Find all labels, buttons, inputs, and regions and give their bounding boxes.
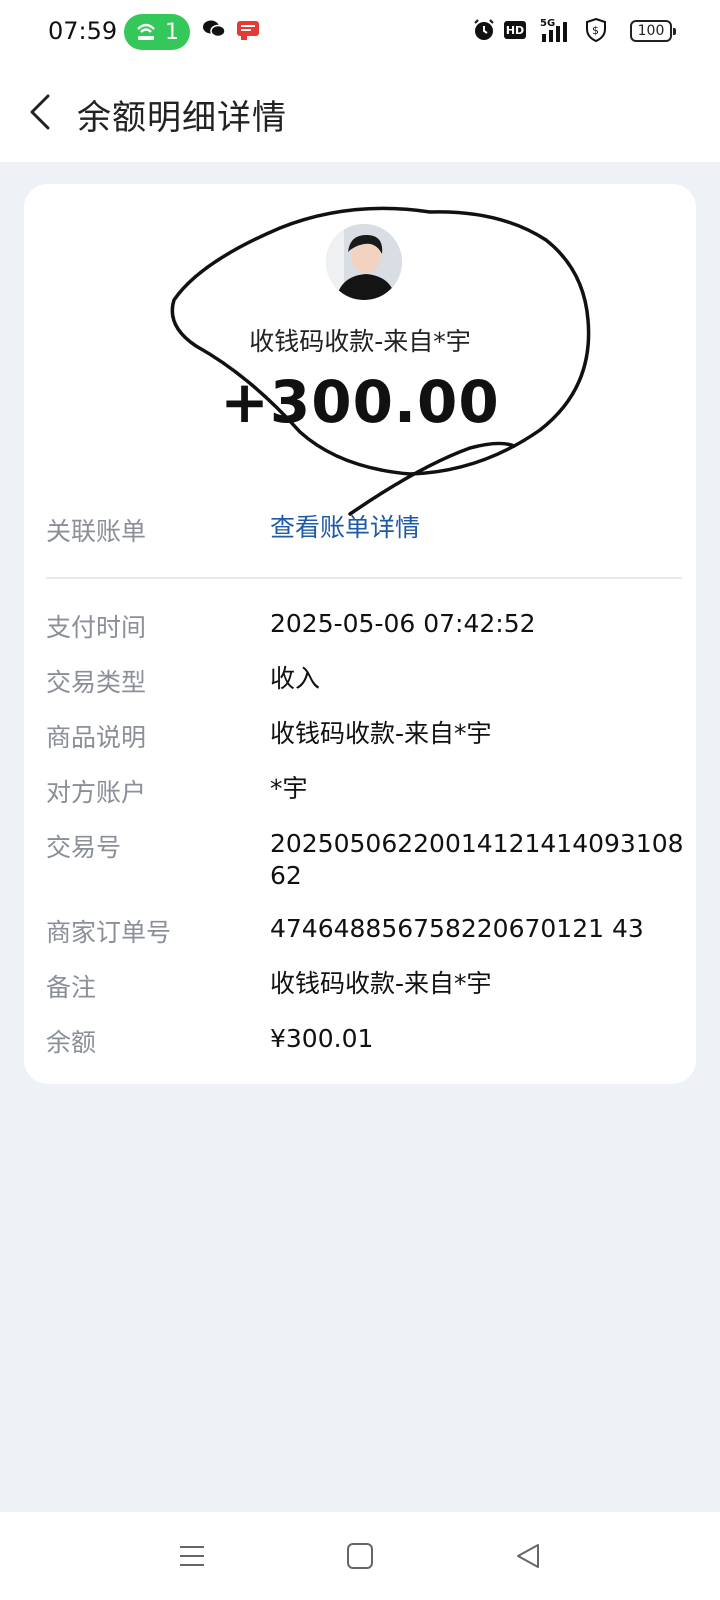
status-time: 07:59 [48, 17, 118, 45]
status-bar: 07:59 1 HD 5G $ 100 [0, 0, 720, 64]
app-bar: 余额明细详情 [0, 64, 720, 162]
avatar [326, 224, 402, 300]
hotspot-icon [137, 23, 155, 40]
svg-text:$: $ [592, 24, 599, 37]
home-square-icon [347, 1543, 373, 1569]
detail-label: 商家订单号 [46, 918, 172, 947]
app-notification-icon [237, 21, 259, 40]
wechat-icon [203, 20, 226, 38]
menu-icon [180, 1546, 204, 1566]
detail-label: 支付时间 [46, 613, 147, 642]
alarm-icon [474, 19, 494, 40]
hotspot-pill[interactable]: 1 [124, 14, 190, 50]
detail-value: 收入 [270, 664, 321, 693]
detail-value: 2025-05-06 07:42:52 [270, 609, 536, 638]
detail-label: 备注 [46, 973, 97, 1002]
detail-value: 20250506220014121414093108 62 [270, 829, 684, 890]
transaction-title: 收钱码收款-来自*宇 [249, 327, 471, 356]
chevron-left-icon [30, 94, 50, 130]
svg-text:5G: 5G [540, 18, 555, 29]
detail-label: 余额 [46, 1028, 97, 1057]
divider [46, 577, 682, 579]
transaction-amount: +300.00 [220, 368, 500, 436]
person-photo [326, 224, 402, 300]
detail-label: 交易号 [46, 833, 122, 862]
system-nav-bar [0, 1512, 720, 1600]
detail-value: ¥300.01 [270, 1024, 374, 1053]
back-nav-button[interactable] [508, 1536, 548, 1576]
shield-icon: $ [586, 17, 606, 43]
detail-label: 交易类型 [46, 668, 147, 697]
menu-button[interactable] [172, 1536, 212, 1576]
detail-value: 收钱码收款-来自*宇 [270, 969, 492, 998]
linked-bill-label: 关联账单 [46, 517, 147, 546]
back-button[interactable] [22, 90, 66, 134]
detail-label: 对方账户 [46, 778, 147, 807]
signal-5g-icon: 5G [540, 18, 567, 42]
home-button[interactable] [340, 1536, 380, 1576]
back-triangle-icon [517, 1544, 539, 1568]
detail-value: 收钱码收款-来自*宇 [270, 719, 492, 748]
detail-value: 474648856758220670121 43 [270, 914, 644, 943]
detail-label: 商品说明 [46, 723, 147, 752]
hotspot-count: 1 [165, 19, 179, 45]
detail-value: *宇 [270, 774, 308, 803]
page-title: 余额明细详情 [77, 98, 287, 138]
view-bill-link[interactable]: 查看账单详情 [270, 512, 690, 544]
battery-icon: 100 [630, 20, 676, 42]
hd-icon: HD [504, 21, 526, 39]
